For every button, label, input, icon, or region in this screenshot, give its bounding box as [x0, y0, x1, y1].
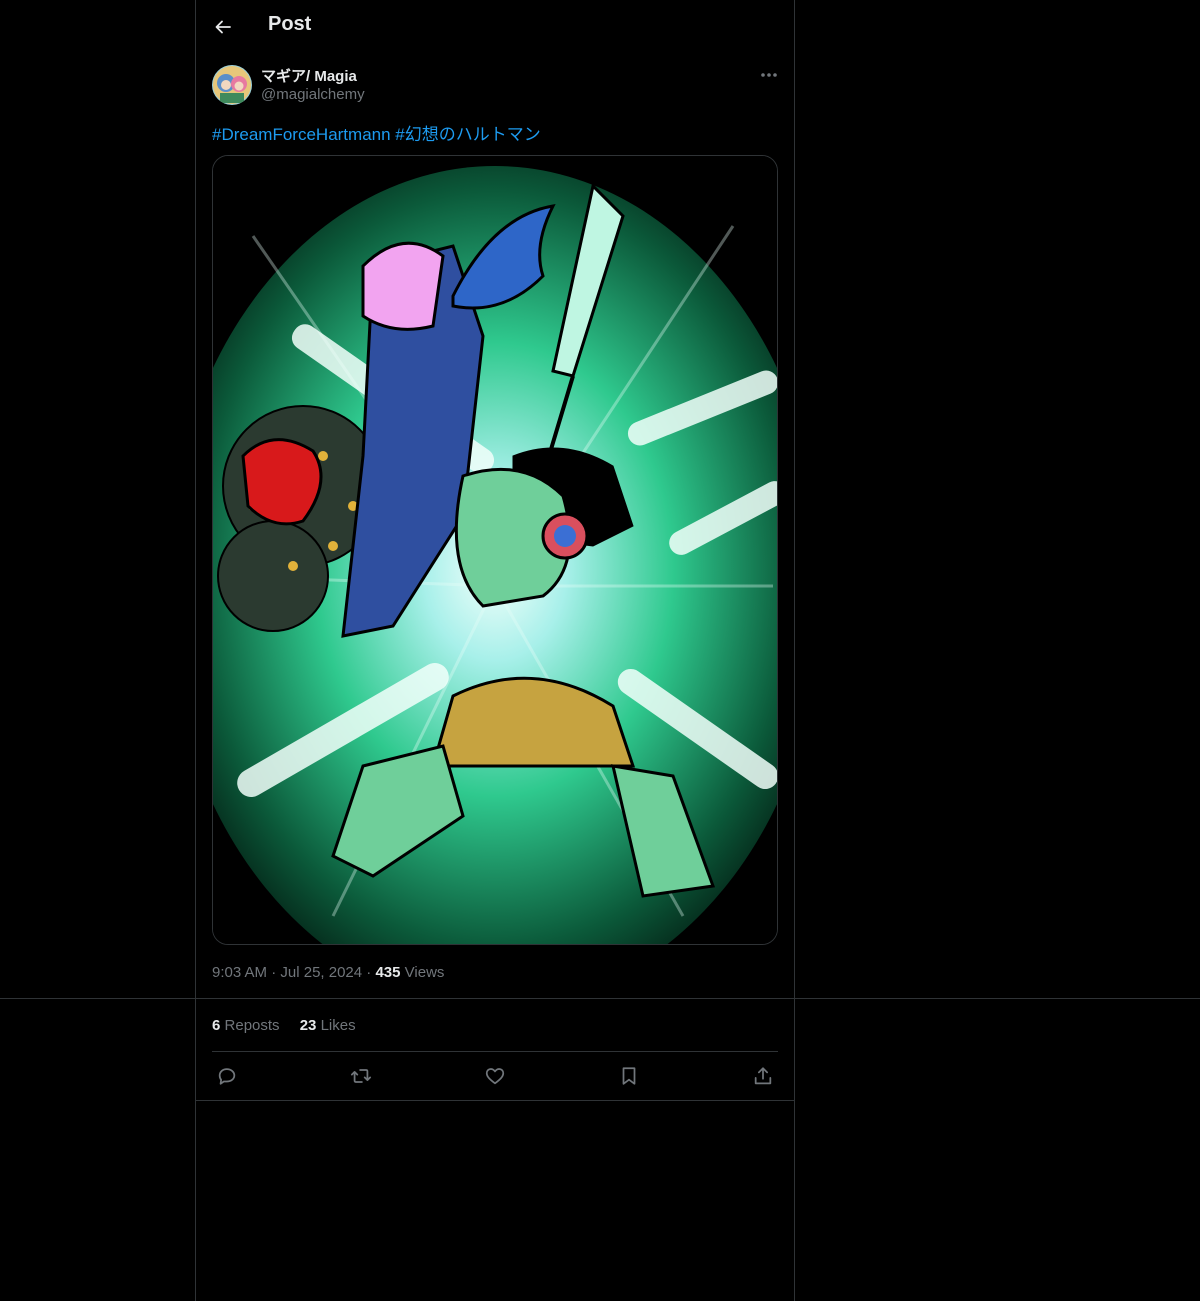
back-button[interactable] [209, 13, 237, 41]
avatar[interactable] [212, 65, 252, 105]
reposts-count: 6 [212, 1017, 221, 1034]
page-title: Post [268, 13, 312, 35]
post-metadata: 9:03 AM · Jul 25, 2024 · 435 Views [212, 964, 445, 981]
post-image[interactable] [212, 155, 778, 945]
likes-stat[interactable]: 23 Likes [300, 1017, 356, 1034]
post-text: #DreamForceHartmann #幻想のハルトマン [212, 120, 541, 145]
post-date[interactable]: Jul 25, 2024 [280, 964, 362, 981]
top-header: Post [196, 0, 794, 53]
hashtag-link[interactable]: #DreamForceHartmann [212, 125, 391, 144]
divider [212, 1051, 778, 1052]
reposts-label: Reposts [224, 1017, 280, 1034]
repost-icon [350, 1069, 372, 1083]
likes-count: 23 [299, 1017, 317, 1034]
post-column: Post マギア/ Magia @magialchemy #DreamForce… [195, 0, 795, 1301]
arrow-left-icon [215, 20, 231, 34]
engagement-stats: 6 Reposts 23 Likes [212, 1017, 372, 1034]
like-button[interactable] [482, 1063, 508, 1089]
post-time[interactable]: 9:03 AM [212, 964, 267, 981]
more-dots-icon [761, 73, 777, 77]
divider [195, 1100, 795, 1101]
author-display-name[interactable]: マギア/ Magia [261, 65, 357, 86]
artwork-illustration [213, 156, 777, 944]
hashtag-link[interactable]: #幻想のハルトマン [395, 125, 540, 144]
bookmark-icon [622, 1067, 636, 1085]
share-icon [754, 1067, 772, 1085]
reposts-stat[interactable]: 6 Reposts [212, 1017, 280, 1034]
reply-bubble-icon [218, 1068, 236, 1085]
share-button[interactable] [750, 1063, 776, 1089]
likes-label: Likes [320, 1017, 356, 1034]
views-count: 435 [375, 964, 401, 981]
author-handle[interactable]: @magialchemy [261, 86, 365, 103]
reply-button[interactable] [214, 1063, 240, 1089]
divider [0, 998, 1200, 999]
heart-icon [485, 1068, 505, 1085]
bookmark-button[interactable] [616, 1063, 642, 1089]
views-label: Views [404, 964, 445, 981]
more-options-button[interactable] [755, 64, 783, 86]
repost-button[interactable] [348, 1063, 374, 1089]
